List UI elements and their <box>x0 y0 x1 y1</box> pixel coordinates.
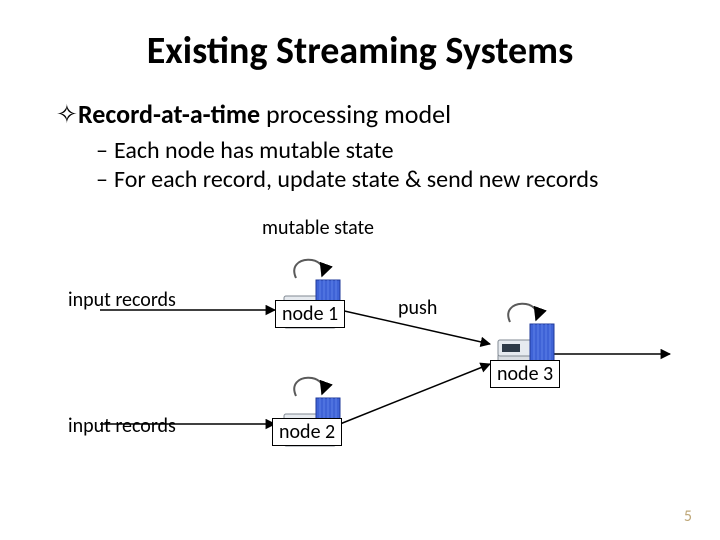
page-number: 5 <box>684 507 692 526</box>
bullet-sub-1: –Each node has mutable state <box>96 136 670 165</box>
node-3-box: node 3 <box>490 360 560 388</box>
dash-icon: – <box>96 165 114 194</box>
bullet-main-bold: Record-at-a-time <box>78 98 260 130</box>
bullet-sub-2: –For each record, update state & send ne… <box>96 165 670 194</box>
bullet-main-rest: processing model <box>260 98 451 130</box>
bullet-sub-2-text: For each record, update state & send new… <box>114 165 598 194</box>
slide-title: Existing Streaming Systems <box>50 28 670 74</box>
arrow-node1-to-node3 <box>340 310 490 344</box>
node-2-box: node 2 <box>272 418 342 446</box>
bullet-main: ✧Record-at-a-time processing model <box>56 98 670 130</box>
bullet-diamond-icon: ✧ <box>56 98 78 130</box>
arrow-node2-to-node3 <box>340 364 490 424</box>
arrows-layer <box>50 214 690 474</box>
diagram: mutable state input records input record… <box>50 214 690 474</box>
dash-icon: – <box>96 136 114 165</box>
node-1-box: node 1 <box>275 300 345 328</box>
bullet-sub-1-text: Each node has mutable state <box>114 136 394 165</box>
slide: Existing Streaming Systems ✧Record-at-a-… <box>0 0 720 540</box>
